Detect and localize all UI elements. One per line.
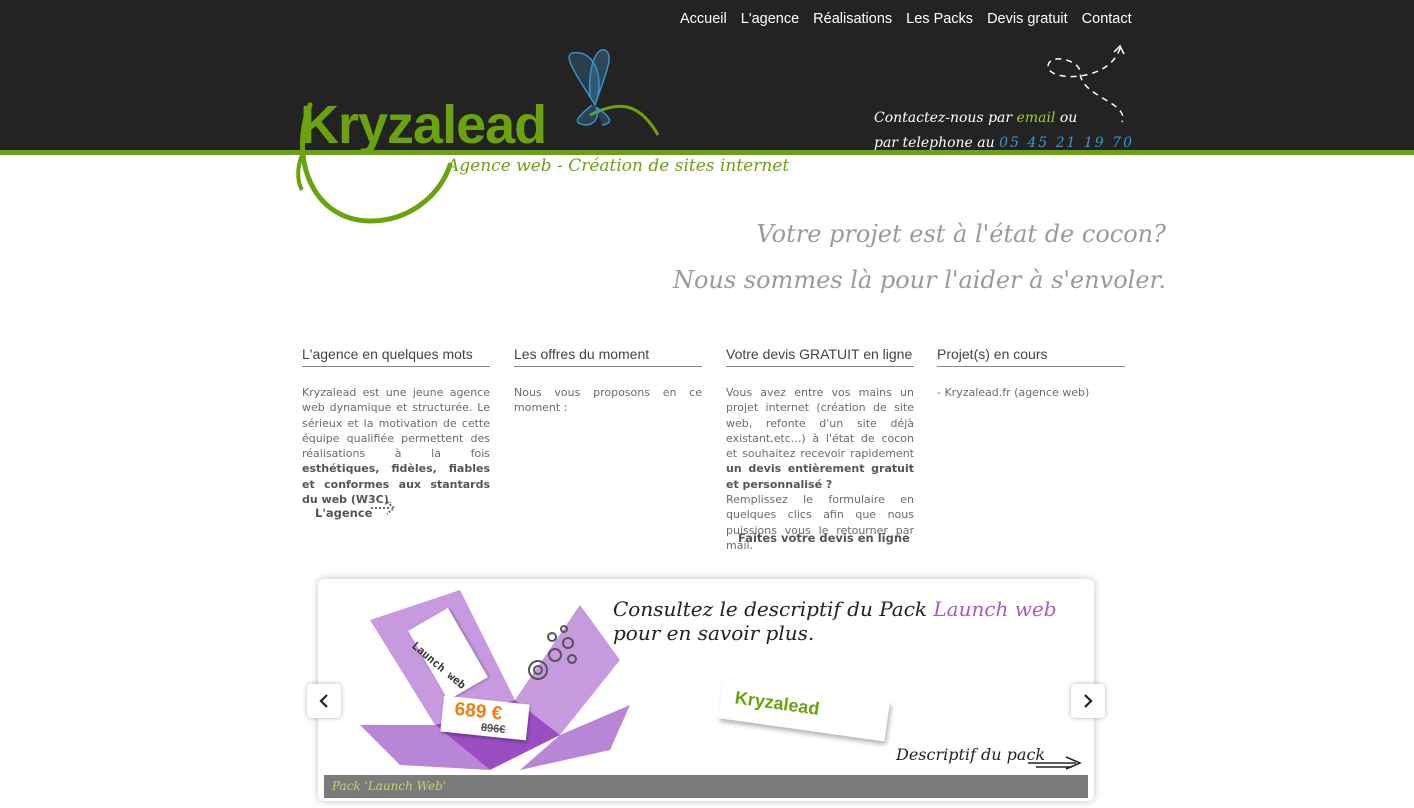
column-title: Les offres du moment: [514, 346, 702, 367]
butterfly-icon: [568, 49, 611, 126]
column-title: Projet(s) en cours: [937, 346, 1125, 367]
contact-prefix: Contactez-nous par: [874, 110, 1013, 126]
nav-item-contact[interactable]: Contact: [1082, 11, 1132, 27]
column-devis: Votre devis GRATUIT en ligne Vous avez e…: [726, 346, 914, 553]
nav-item-packs[interactable]: Les Packs: [906, 11, 973, 27]
hero-line-1: Votre projet est à l'état de cocon?: [756, 220, 1166, 248]
pack-box-illustration: [360, 590, 630, 770]
slider-next-button[interactable]: [1071, 684, 1105, 718]
nav-item-realisations[interactable]: Réalisations: [813, 11, 892, 27]
column-text: Vous avez entre vos mains un projet inte…: [726, 386, 914, 552]
dotted-arrow-icon[interactable]: [369, 499, 397, 517]
logo-wordmark[interactable]: Kryzalead: [300, 94, 547, 156]
column-text: - Kryzalead.fr (agence web): [937, 386, 1090, 399]
descriptif-link[interactable]: Descriptif du pack: [896, 745, 1045, 764]
logo-tagline: Agence web - Création de sites internet: [447, 156, 790, 176]
column-projets: Projet(s) en cours - Kryzalead.fr (agenc…: [937, 346, 1125, 400]
column-agence: L'agence en quelques mots Kryzalead est …: [302, 346, 490, 507]
chevron-right-icon: [1084, 694, 1093, 708]
slide-caption: Pack 'Launch Web': [324, 775, 1088, 798]
nav-item-accueil[interactable]: Accueil: [680, 11, 727, 27]
column-bold-text: un devis entièrement gratuit et personna…: [726, 462, 914, 491]
column-offres: Les offres du moment Nous vous proposons…: [514, 346, 702, 416]
slider-prev-button[interactable]: [307, 684, 341, 718]
column-title: L'agence en quelques mots: [302, 346, 490, 367]
column-title: Votre devis GRATUIT en ligne: [726, 346, 914, 367]
phone-number: 05 45 21 19 70: [999, 135, 1134, 151]
main-nav: Accueil L'agence Réalisations Les Packs …: [680, 11, 1132, 27]
devis-link[interactable]: Faites votre devis en ligne: [738, 531, 910, 545]
logo-stem: [296, 154, 304, 192]
phone-prefix: par telephone au: [874, 135, 995, 151]
arrow-right-icon[interactable]: [1026, 755, 1084, 771]
chevron-left-icon: [319, 694, 328, 708]
column-text: Kryzalead est une jeune agence web dynam…: [302, 386, 490, 507]
nav-item-devis[interactable]: Devis gratuit: [987, 11, 1068, 27]
contact-line-2: par telephone au 05 45 21 19 70: [874, 131, 1134, 156]
hero-line-2: Nous sommes là pour l'aider à s'envoler.: [672, 266, 1166, 294]
old-price: 896€: [480, 721, 506, 737]
price: 689 €: [453, 698, 504, 725]
dashed-arrow-icon: [1047, 44, 1125, 123]
column-text: Nous vous proposons en ce moment :: [514, 386, 702, 415]
nav-item-agence[interactable]: L'agence: [741, 11, 799, 27]
pack-name: Launch web: [933, 597, 1057, 621]
agence-link[interactable]: L'agence: [315, 506, 372, 520]
slide-title: Consultez le descriptif du Pack Launch w…: [613, 597, 1057, 645]
